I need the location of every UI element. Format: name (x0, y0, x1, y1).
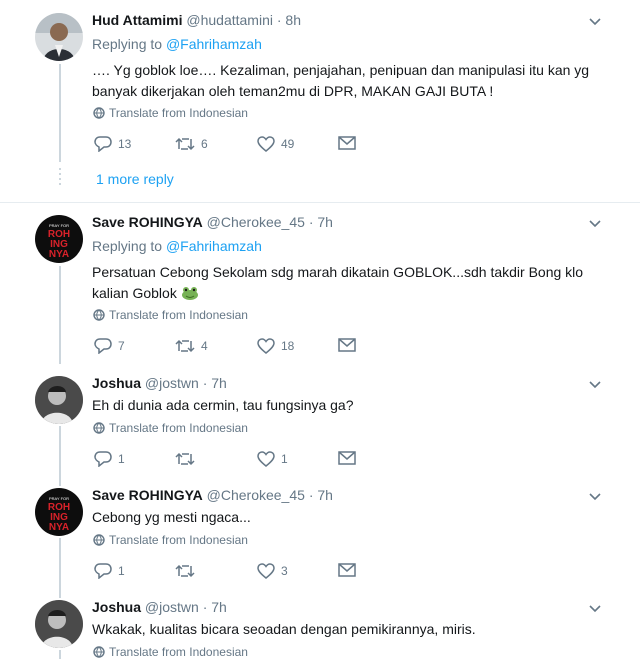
reply-button[interactable]: 1 (94, 563, 125, 579)
like-button[interactable]: 1 (257, 451, 288, 467)
tweet-text: Wkakak, kualitas bicara seoadan dengan p… (92, 621, 476, 637)
mention-link[interactable]: @Fahrihamzah (166, 36, 262, 52)
like-count: 49 (281, 137, 295, 151)
username[interactable]: @Cherokee_45 (207, 487, 305, 503)
retweet-button[interactable] (175, 451, 195, 467)
translate-link[interactable]: Translate from Indonesian (93, 421, 248, 435)
like-button[interactable]: 49 (257, 136, 294, 152)
translate-link[interactable]: Translate from Indonesian (93, 308, 248, 322)
reply-count: 13 (118, 137, 132, 151)
envelope-icon (338, 451, 356, 465)
dm-button[interactable] (338, 338, 356, 352)
reply-icon (94, 563, 112, 579)
reply-count: 7 (118, 339, 125, 353)
dm-button[interactable] (338, 563, 356, 577)
chevron-down-icon[interactable] (588, 380, 602, 390)
avatar[interactable] (35, 600, 83, 648)
svg-text:PRAY FOR: PRAY FOR (49, 223, 69, 228)
heart-icon (257, 451, 275, 467)
globe-icon (93, 309, 105, 321)
svg-text:NYA: NYA (49, 249, 69, 260)
username[interactable]: @jostwn (145, 375, 199, 391)
retweet-button[interactable] (175, 563, 195, 579)
display-name[interactable]: Hud Attamimi (92, 12, 182, 28)
replying-to: Replying to @Fahrihamzah (92, 36, 262, 52)
timestamp[interactable]: · 7h (309, 487, 333, 503)
thread-dots (59, 168, 61, 188)
avatar[interactable] (35, 376, 83, 424)
replying-to: Replying to @Fahrihamzah (92, 238, 262, 254)
heart-icon (257, 563, 275, 579)
like-count: 1 (281, 452, 288, 466)
mention-link[interactable]: @Fahrihamzah (166, 238, 262, 254)
display-name[interactable]: Joshua (92, 599, 141, 615)
display-name[interactable]: Save ROHINGYA (92, 214, 203, 230)
tweet-text: Cebong yg mesti ngaca... (92, 509, 251, 525)
thread-line (59, 266, 61, 364)
tweet-text: Persatuan Cebong Sekolam sdg marah dikat… (92, 264, 584, 301)
avatar[interactable] (35, 13, 83, 61)
timestamp[interactable]: · 7h (203, 599, 227, 615)
dm-button[interactable] (338, 136, 356, 150)
globe-icon (93, 534, 105, 546)
chevron-down-icon[interactable] (588, 492, 602, 502)
avatar[interactable]: PRAY FOR ROH ING NYA (35, 215, 83, 263)
timestamp[interactable]: · 7h (203, 375, 227, 391)
chevron-down-icon[interactable] (588, 219, 602, 229)
reply-icon (94, 338, 112, 354)
timestamp[interactable]: · 7h (309, 214, 333, 230)
tweet-text: …. Yg goblok loe…. Kezaliman, penjajahan… (92, 62, 590, 99)
retweet-icon (175, 137, 195, 151)
timestamp[interactable]: · 8h (277, 12, 301, 28)
chevron-down-icon[interactable] (588, 17, 602, 27)
tweet-text: Eh di dunia ada cermin, tau fungsinya ga… (92, 397, 354, 413)
more-replies-link[interactable]: 1 more reply (96, 171, 174, 187)
frog-emoji-icon (181, 287, 198, 300)
retweet-button[interactable]: 6 (175, 136, 208, 152)
avatar[interactable]: PRAY FOR ROH ING NYA (35, 488, 83, 536)
reply-count: 1 (118, 564, 125, 578)
heart-icon (257, 338, 275, 354)
envelope-icon (338, 563, 356, 577)
reply-button[interactable]: 7 (94, 338, 125, 354)
globe-icon (93, 646, 105, 658)
username[interactable]: @jostwn (145, 599, 199, 615)
like-button[interactable]: 3 (257, 563, 288, 579)
thread-line (59, 64, 61, 162)
reply-count: 1 (118, 452, 125, 466)
globe-icon (93, 422, 105, 434)
like-count: 3 (281, 564, 288, 578)
envelope-icon (338, 136, 356, 150)
retweet-button[interactable]: 4 (175, 338, 208, 354)
globe-icon (93, 107, 105, 119)
svg-text:PRAY FOR: PRAY FOR (49, 496, 69, 501)
display-name[interactable]: Joshua (92, 375, 141, 391)
like-count: 18 (281, 339, 295, 353)
heart-icon (257, 136, 275, 152)
reply-icon (94, 136, 112, 152)
dm-button[interactable] (338, 451, 356, 465)
retweet-icon (175, 564, 195, 578)
divider (0, 202, 640, 203)
translate-link[interactable]: Translate from Indonesian (93, 645, 248, 659)
like-button[interactable]: 18 (257, 338, 294, 354)
display-name[interactable]: Save ROHINGYA (92, 487, 203, 503)
retweet-icon (175, 339, 195, 353)
reply-button[interactable]: 13 (94, 136, 131, 152)
svg-text:NYA: NYA (49, 522, 69, 533)
retweet-count: 4 (201, 339, 208, 353)
translate-link[interactable]: Translate from Indonesian (93, 533, 248, 547)
reply-button[interactable]: 1 (94, 451, 125, 467)
envelope-icon (338, 338, 356, 352)
thread-line (59, 538, 61, 598)
reply-icon (94, 451, 112, 467)
retweet-count: 6 (201, 137, 208, 151)
chevron-down-icon[interactable] (588, 604, 602, 614)
username[interactable]: @Cherokee_45 (207, 214, 305, 230)
username[interactable]: @hudattamini (186, 12, 273, 28)
translate-link[interactable]: Translate from Indonesian (93, 106, 248, 120)
retweet-icon (175, 452, 195, 466)
thread-line (59, 650, 61, 659)
thread-line (59, 426, 61, 486)
